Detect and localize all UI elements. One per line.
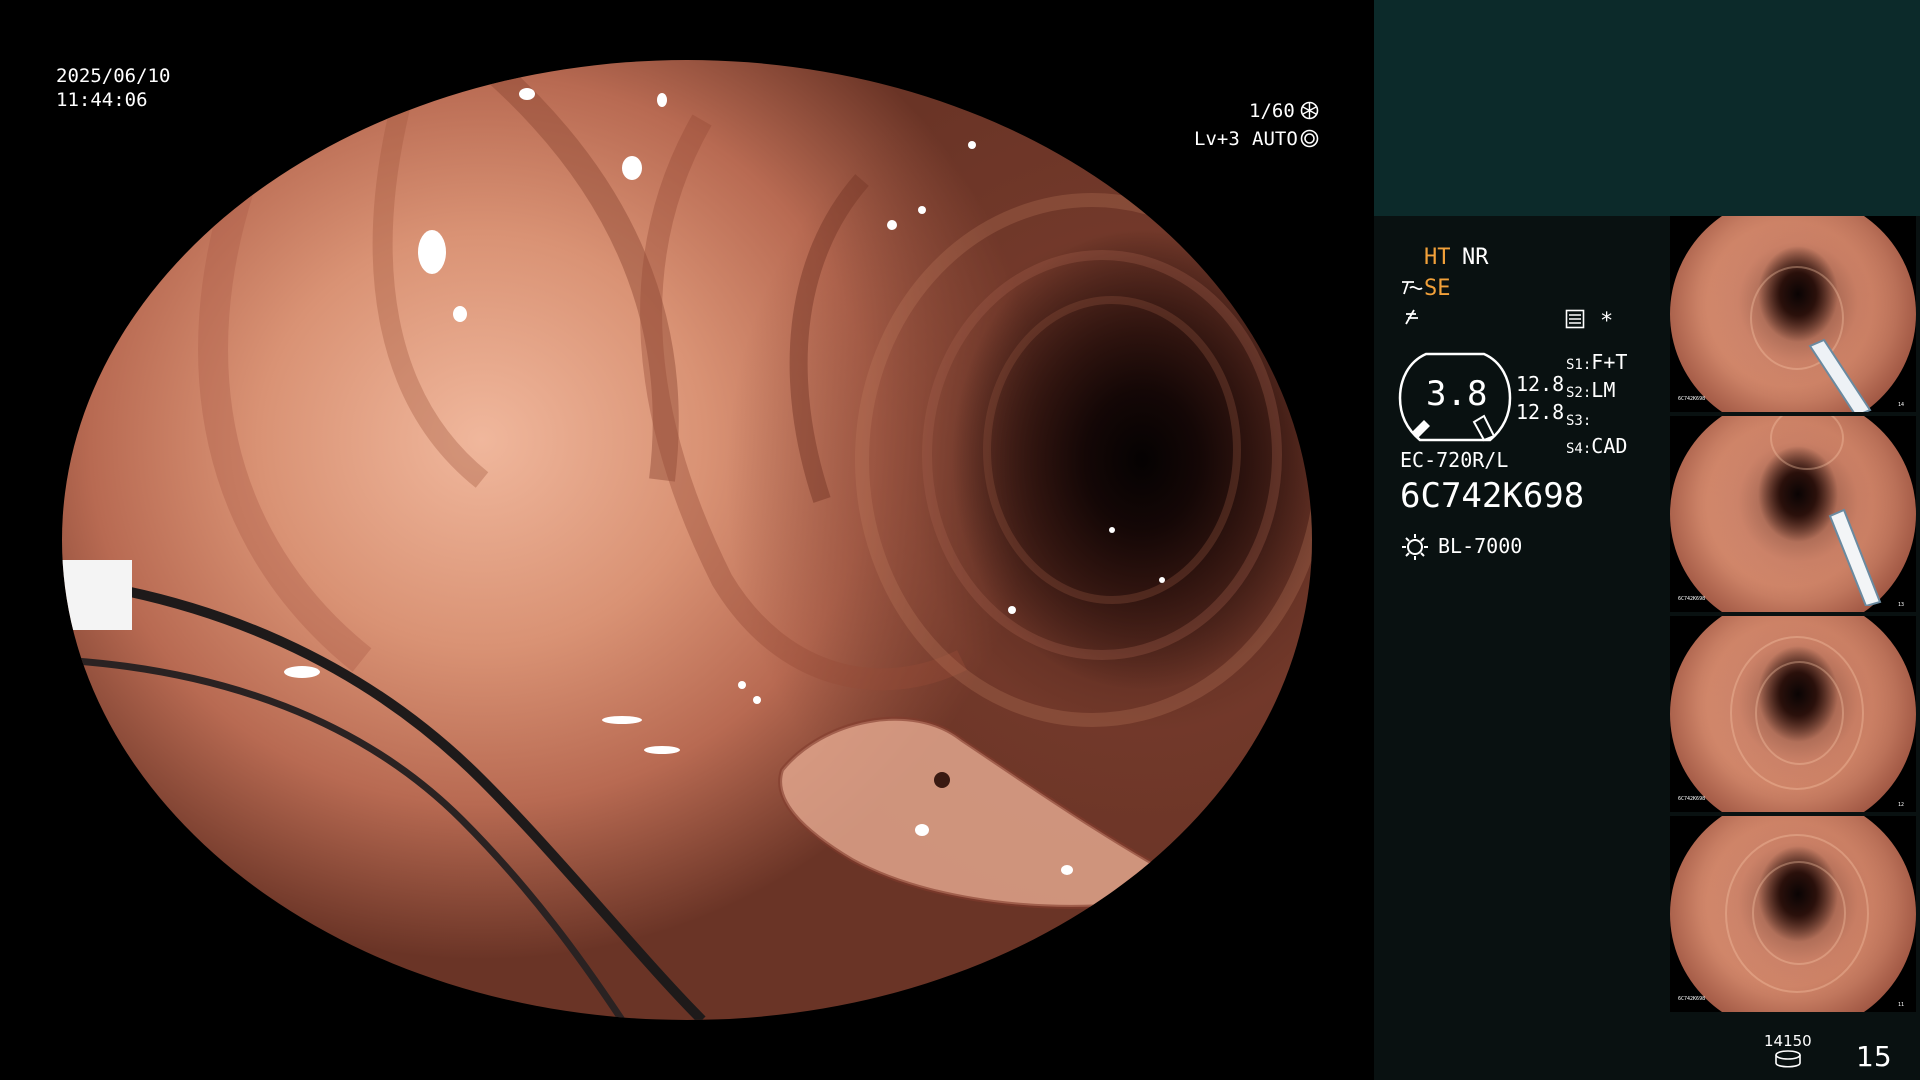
shutter-icon: [1300, 101, 1319, 124]
scope-serial: 6C742K698: [1400, 476, 1585, 516]
gauge-side-value-2: 12.8: [1516, 400, 1565, 424]
instrument-shape: [1828, 508, 1882, 606]
level-text: Lv+3: [1194, 128, 1240, 150]
thumbnail[interactable]: 6C742K698 13: [1670, 416, 1916, 612]
shutter-speed-text: 1/60: [1249, 100, 1295, 122]
storage-count: 14150: [1764, 1032, 1812, 1050]
nr-indicator: NR: [1462, 245, 1489, 270]
color-mode-icon: [1402, 308, 1422, 332]
mucosa-folds: [62, 60, 1312, 1020]
time-text: 11:44:06: [56, 89, 148, 111]
thumbnail-serial: 6C742K698: [1678, 796, 1706, 802]
structure-enhance-icon: [1400, 278, 1424, 302]
thumbnail-index: 13: [1898, 602, 1905, 608]
thumbnail-serial: 6C742K698: [1678, 596, 1706, 602]
ht-indicator: HT: [1424, 245, 1451, 270]
thumbnail-serial: 6C742K698: [1678, 996, 1706, 1002]
switch-list: S1:F+T S2:LM S3: S4:CAD: [1566, 350, 1627, 462]
date-text: 2025/06/10: [56, 65, 171, 87]
switch-row: S4:CAD: [1566, 434, 1628, 458]
mode-text: AUTO: [1252, 128, 1298, 150]
iris-icon: [1300, 129, 1319, 152]
switch-row: S1:F+T: [1566, 350, 1628, 374]
scope-model: EC-720R/L: [1400, 448, 1509, 472]
thumbnail-index: 14: [1898, 402, 1905, 408]
se-indicator: SE: [1424, 276, 1451, 301]
star-indicator: *: [1600, 309, 1614, 334]
storage-disk-icon: [1774, 1050, 1802, 1072]
endoscope-live-view: [62, 60, 1312, 1020]
image-count: 15: [1856, 1040, 1892, 1073]
menu-icon: [1565, 309, 1585, 333]
thumbnail-serial: 6C742K698: [1678, 396, 1706, 402]
thumbnail-index: 11: [1898, 1002, 1905, 1008]
thumbnail[interactable]: 6C742K698 12: [1670, 616, 1916, 812]
instrument-shape: [1808, 338, 1872, 412]
gauge-value: 3.8: [1426, 374, 1488, 414]
panel-header-area: [1374, 0, 1920, 216]
light-source-icon: [1400, 532, 1430, 566]
thumbnail-index: 12: [1898, 802, 1905, 808]
switch-row: S2:LM: [1566, 378, 1616, 402]
thumbnail[interactable]: 6C742K698 14: [1670, 216, 1916, 412]
thumbnail[interactable]: 6C742K698 11: [1670, 816, 1916, 1012]
light-source-model: BL-7000: [1438, 534, 1523, 558]
switch-row: S3:: [1566, 413, 1592, 429]
gauge-side-value-1: 12.8: [1516, 372, 1565, 396]
